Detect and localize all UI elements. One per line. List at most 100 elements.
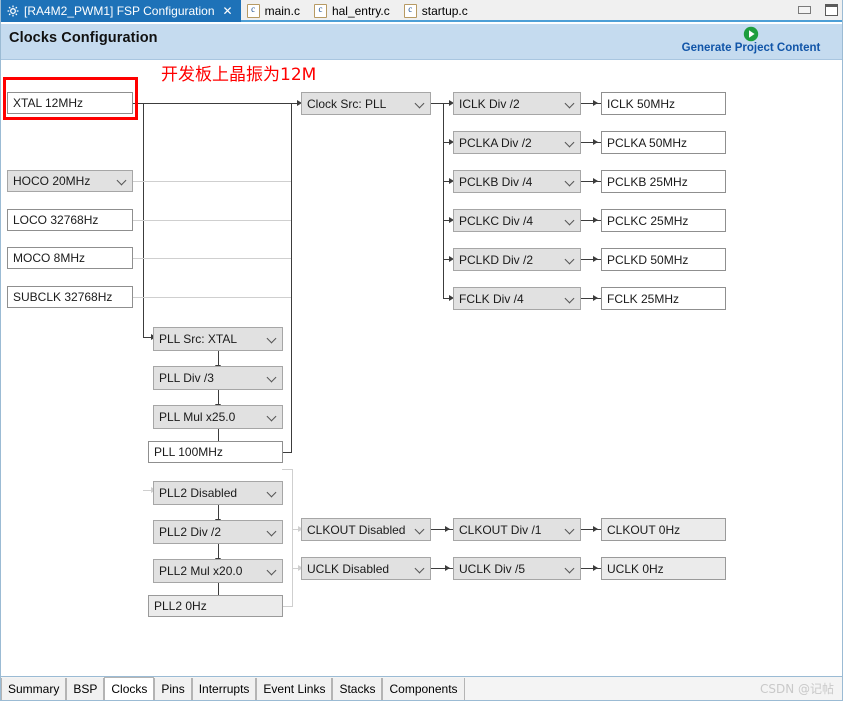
pclkd-output[interactable]: PCLKD 50MHz (601, 248, 726, 271)
c-file-icon (404, 4, 417, 18)
wire-pll-bus (291, 103, 292, 453)
node-label: PCLKB Div /4 (459, 175, 532, 189)
clock-source-subclk[interactable]: SUBCLK 32768Hz (7, 286, 133, 308)
chevron-down-icon (268, 335, 276, 343)
pclkd-divider-combo[interactable]: PCLKD Div /2 (453, 248, 581, 271)
pclkc-output[interactable]: PCLKC 25MHz (601, 209, 726, 232)
clock-source-xtal[interactable]: XTAL 12MHz (7, 92, 133, 114)
tab-pins[interactable]: Pins (154, 678, 191, 700)
close-icon[interactable]: ✕ (223, 5, 233, 17)
iclk-divider-combo[interactable]: ICLK Div /2 (453, 92, 581, 115)
fclk-output[interactable]: FCLK 25MHz (601, 287, 726, 310)
pll-div-combo[interactable]: PLL Div /3 (153, 366, 283, 390)
clkout-enable-combo[interactable]: CLKOUT Disabled (301, 518, 431, 541)
tab-interrupts[interactable]: Interrupts (192, 678, 257, 700)
node-label: PCLKC 25MHz (607, 214, 688, 228)
pclkc-divider-combo[interactable]: PCLKC Div /4 (453, 209, 581, 232)
tab-clocks[interactable]: Clocks (104, 677, 154, 700)
pll-mul-combo[interactable]: PLL Mul x25.0 (153, 405, 283, 429)
generate-project-content-label: Generate Project Content (666, 41, 836, 55)
chevron-down-icon (566, 139, 574, 147)
generate-project-content[interactable]: Generate Project Content (666, 26, 836, 55)
configuration-tab-bar: Summary BSP Clocks Pins Interrupts Event… (1, 676, 842, 700)
clock-src-combo[interactable]: Clock Src: PLL (301, 92, 431, 115)
tab-label: Clocks (111, 682, 147, 696)
tab-label: Interrupts (199, 682, 250, 696)
wire-loco-out (133, 220, 291, 221)
tab-hal-entry-c[interactable]: hal_entry.c (308, 0, 398, 22)
pclkb-output[interactable]: PCLKB 25MHz (601, 170, 726, 193)
watermark: CSDN @记帖 (760, 680, 834, 697)
chevron-down-icon (416, 526, 424, 534)
node-label: PCLKD 50MHz (607, 253, 688, 267)
gear-icon (7, 5, 19, 17)
clkout-output[interactable]: CLKOUT 0Hz (601, 518, 726, 541)
node-label: LOCO 32768Hz (13, 213, 98, 227)
fsp-configuration-window: [RA4M2_PWM1] FSP Configuration ✕ main.c … (0, 0, 843, 701)
clock-source-moco[interactable]: MOCO 8MHz (7, 247, 133, 269)
pclka-divider-combo[interactable]: PCLKA Div /2 (453, 131, 581, 154)
tab-bsp[interactable]: BSP (66, 678, 104, 700)
wire-top-rail (143, 103, 291, 104)
clock-source-loco[interactable]: LOCO 32768Hz (7, 209, 133, 231)
chevron-down-icon (566, 526, 574, 534)
tab-label: main.c (265, 5, 300, 17)
pll2-enable-combo[interactable]: PLL2 Disabled (153, 481, 283, 505)
restore-window-icon[interactable] (796, 2, 813, 18)
chevron-down-icon (268, 413, 276, 421)
tab-main-c[interactable]: main.c (241, 0, 308, 22)
tab-event-links[interactable]: Event Links (256, 678, 332, 700)
uclk-enable-combo[interactable]: UCLK Disabled (301, 557, 431, 580)
chevron-down-icon (416, 100, 424, 108)
pll-src-combo[interactable]: PLL Src: XTAL (153, 327, 283, 351)
chevron-down-icon (268, 528, 276, 536)
pll2-output[interactable]: PLL2 0Hz (148, 595, 283, 617)
chevron-down-icon (566, 217, 574, 225)
uclk-divider-combo[interactable]: UCLK Div /5 (453, 557, 581, 580)
arrow-clkout-out (593, 526, 598, 532)
wire-pll2-bus (292, 469, 293, 607)
tab-summary[interactable]: Summary (1, 678, 66, 700)
tab-components[interactable]: Components (382, 678, 464, 700)
tab-label: BSP (73, 682, 97, 696)
pll2-div-combo[interactable]: PLL2 Div /2 (153, 520, 283, 544)
node-label: CLKOUT 0Hz (607, 523, 680, 537)
uclk-output[interactable]: UCLK 0Hz (601, 557, 726, 580)
play-circle-icon (743, 26, 759, 42)
arrow-pclkb-out (593, 178, 598, 184)
chevron-down-icon (268, 489, 276, 497)
node-label: PLL2 Mul x20.0 (159, 564, 242, 578)
pclkb-divider-combo[interactable]: PCLKB Div /4 (453, 170, 581, 193)
node-label: Clock Src: PLL (307, 97, 386, 111)
chevron-down-icon (118, 177, 126, 185)
wire-pclkc-out (581, 220, 601, 221)
tab-label: Summary (8, 682, 59, 696)
clock-source-hoco[interactable]: HOCO 20MHz (7, 170, 133, 192)
iclk-output[interactable]: ICLK 50MHz (601, 92, 726, 115)
tab-startup-c[interactable]: startup.c (398, 0, 476, 22)
node-label: UCLK Div /5 (459, 562, 525, 576)
clkout-divider-combo[interactable]: CLKOUT Div /1 (453, 518, 581, 541)
arrow-uclk-div-in (445, 565, 450, 571)
chevron-down-icon (566, 256, 574, 264)
node-label: MOCO 8MHz (13, 251, 85, 265)
maximize-window-icon[interactable] (823, 2, 840, 18)
wire-iclk-out (581, 103, 601, 104)
node-label: PLL Div /3 (159, 371, 214, 385)
node-label: PLL Src: XTAL (159, 332, 237, 346)
node-label: ICLK 50MHz (607, 97, 675, 111)
node-label: PCLKA 50MHz (607, 136, 687, 150)
pll-output[interactable]: PLL 100MHz (148, 441, 283, 463)
chevron-down-icon (566, 295, 574, 303)
tab-label: Event Links (263, 682, 325, 696)
node-label: PLL 100MHz (154, 445, 223, 459)
pll2-mul-combo[interactable]: PLL2 Mul x20.0 (153, 559, 283, 583)
tab-label: Stacks (339, 682, 375, 696)
node-label: UCLK 0Hz (607, 562, 664, 576)
tab-fsp-configuration[interactable]: [RA4M2_PWM1] FSP Configuration ✕ (1, 0, 241, 22)
tab-stacks[interactable]: Stacks (332, 678, 382, 700)
pclka-output[interactable]: PCLKA 50MHz (601, 131, 726, 154)
arrow-pclka-out (593, 139, 598, 145)
wire-pclkb-out (581, 181, 601, 182)
fclk-divider-combo[interactable]: FCLK Div /4 (453, 287, 581, 310)
